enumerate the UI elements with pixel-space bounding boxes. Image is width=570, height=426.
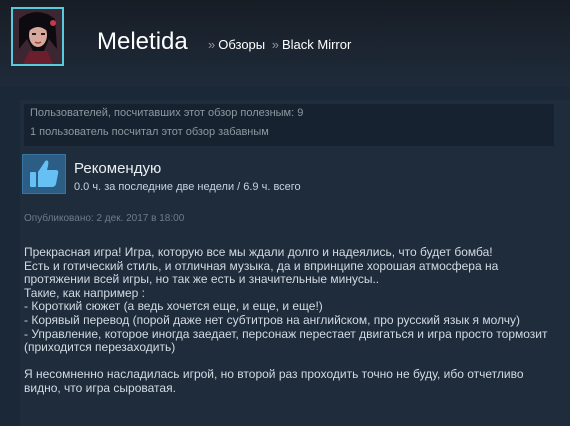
- review-stats: Пользователей, посчитавших этот обзор по…: [24, 104, 554, 146]
- review-line: Прекрасная игра! Игра, которую все мы жд…: [24, 245, 493, 259]
- funny-count-text: 1 пользователь посчитал этот обзор забав…: [30, 126, 269, 138]
- avatar-image: [13, 9, 62, 64]
- breadcrumb-separator: »: [271, 37, 279, 52]
- review-line: видно, что игра сыроватая.: [24, 380, 176, 395]
- breadcrumb-reviews-link[interactable]: Обзоры: [218, 37, 265, 52]
- thumbs-up-icon: [30, 160, 59, 187]
- review-line: Я несомненно насладилась игрой, но второ…: [24, 367, 524, 382]
- username[interactable]: Meletida: [97, 28, 188, 56]
- review-body: Прекрасная игра! Игра, которую все мы жд…: [24, 245, 554, 396]
- breadcrumb-game-link[interactable]: Black Mirror: [282, 37, 351, 52]
- posted-date: Опубликовано: 2 дек. 2017 в 18:00: [24, 213, 185, 224]
- recommendation-badge: [22, 154, 66, 194]
- recommendation-title: Рекомендую: [74, 160, 162, 177]
- review-line: - Управление, которое иногда заедает, пе…: [24, 326, 548, 341]
- breadcrumb-separator: »: [208, 37, 216, 52]
- profile-header: Meletida » Обзоры » Black Mirror: [0, 0, 570, 86]
- review-spacer: [24, 355, 554, 369]
- helpful-count-text: Пользователей, посчитавших этот обзор по…: [30, 107, 304, 119]
- review-line: Есть и готический стиль, и отличная музы…: [24, 258, 499, 273]
- avatar[interactable]: [11, 7, 64, 66]
- review-line: (приходится перезаходить): [24, 340, 176, 355]
- review-line: протяжении всей игры, но так же есть и з…: [24, 272, 380, 287]
- review-line: Такие, как например :: [24, 285, 145, 300]
- breadcrumb: » Обзоры » Black Mirror: [205, 37, 351, 52]
- playtime-text: 0.0 ч. за последние две недели / 6.9 ч. …: [74, 181, 301, 193]
- review-line: - Корявый перевод (порой даже нет субтит…: [24, 312, 521, 327]
- review-line: - Короткий сюжет (а ведь хочется еще, и …: [24, 299, 323, 314]
